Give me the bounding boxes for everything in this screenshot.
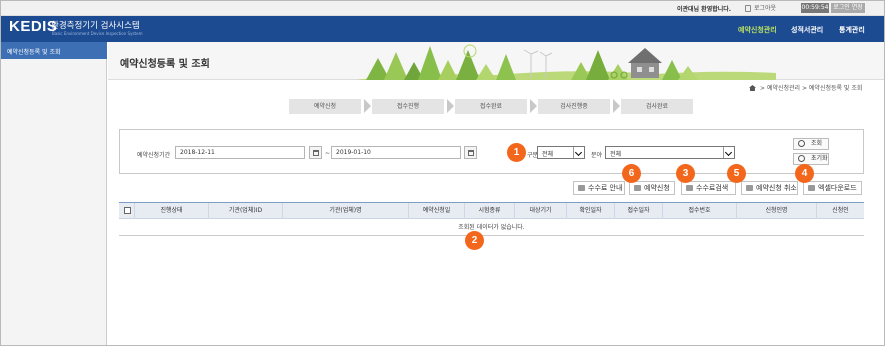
step-arrow-icon — [613, 99, 620, 113]
system-name: 환경측정기기 검사시스템 — [51, 21, 140, 31]
annotation-badge: 2 — [465, 231, 484, 250]
header: KEDIS 환경측정기기 검사시스템 Basic Environment Dev… — [1, 16, 884, 42]
date-to-input[interactable]: 2019-01-10 — [331, 146, 461, 159]
calendar-icon[interactable] — [309, 146, 322, 159]
reserve-label: 예약신청 — [644, 184, 670, 192]
page-banner: 예약신청등록 및 조회 — [108, 42, 884, 80]
document-icon — [634, 185, 641, 191]
reset-button-label: 초기화 — [811, 155, 828, 162]
extend-login-button[interactable]: 로그인 연장 — [831, 3, 865, 13]
app-window: 이관대님 환영합니다. 로그아웃 00:59:54 로그인 연장 KEDIS 환… — [0, 0, 885, 346]
welcome-message: 이관대님 환영합니다. — [677, 6, 732, 13]
chevron-down-icon — [573, 147, 584, 158]
excel-download-label: 엑셀다운로드 — [818, 184, 857, 192]
period-label: 예약신청기간 — [137, 152, 171, 159]
top-bar: 이관대님 환영합니다. 로그아웃 00:59:54 로그인 연장 — [1, 1, 884, 16]
step-inspecting: 검사진행중 — [538, 99, 610, 114]
column-header[interactable]: 신청인명 — [737, 203, 817, 219]
column-header[interactable]: 대상기기 — [515, 203, 567, 219]
nav-reservation[interactable]: 예약신청관리 — [738, 25, 777, 35]
cancel-icon — [746, 185, 753, 191]
nav-report[interactable]: 성적서관리 — [791, 25, 823, 35]
step-arrow-icon — [530, 99, 537, 113]
info-icon — [578, 185, 585, 191]
chevron-down-icon — [723, 147, 734, 158]
search-button[interactable]: 조회 — [793, 138, 829, 150]
excel-download-button[interactable]: 엑셀다운로드 — [803, 181, 862, 195]
field-label: 분야 — [591, 152, 603, 159]
annotation-badge: 1 — [507, 143, 526, 162]
date-from-input[interactable]: 2018-12-11 — [175, 146, 305, 159]
step-arrow-icon — [364, 99, 371, 113]
type-select-value: 전체 — [542, 151, 554, 158]
fee-guide-label: 수수료 안내 — [588, 184, 623, 192]
step-received: 접수완료 — [455, 99, 527, 114]
type-select[interactable]: 전체 — [537, 146, 585, 159]
select-all-checkbox[interactable] — [124, 207, 131, 214]
search-panel: 예약신청기간 2018-12-11 ~ 2019-01-10 구분 전체 분야 … — [119, 129, 864, 174]
refresh-icon — [798, 155, 805, 162]
home-icon[interactable] — [749, 85, 756, 91]
empty-message: 조회된 데이터가 없습니다. — [119, 219, 864, 236]
column-header[interactable]: 시험종류 — [465, 203, 515, 219]
sidebar-item-reservation[interactable]: 예약신청등록 및 조회 — [1, 42, 107, 59]
date-separator: ~ — [325, 150, 331, 157]
annotation-badge: 4 — [795, 164, 814, 183]
column-header[interactable]: 기관(업체)ID — [209, 203, 283, 219]
column-header[interactable]: 확인일자 — [567, 203, 615, 219]
search-button-label: 조회 — [811, 140, 823, 147]
select-all-cell — [119, 203, 135, 219]
search-icon — [798, 140, 805, 147]
annotation-badge: 5 — [727, 164, 746, 183]
fee-search-button[interactable]: 수수료검색 — [681, 181, 736, 195]
step-completed: 검사완료 — [621, 99, 693, 114]
search-icon — [686, 185, 693, 191]
fee-search-label: 수수료검색 — [696, 184, 729, 192]
sidebar: 예약신청등록 및 조회 — [1, 42, 107, 345]
column-header[interactable]: 접수번호 — [663, 203, 737, 219]
column-header[interactable]: 진행상태 — [135, 203, 209, 219]
reset-button[interactable]: 초기화 — [793, 153, 829, 165]
banner-illustration — [356, 44, 776, 80]
lock-icon — [745, 5, 751, 12]
annotation-badge: 3 — [676, 164, 695, 183]
logout-label: 로그아웃 — [754, 5, 777, 12]
column-header[interactable]: 접수일자 — [615, 203, 663, 219]
field-select-value: 전체 — [610, 151, 622, 158]
step-arrow-icon — [447, 99, 454, 113]
annotation-badge: 6 — [622, 164, 641, 183]
breadcrumb-item[interactable]: 예약신청관리 — [767, 85, 800, 92]
breadcrumb: > 예약신청관리 > 예약신청등록 및 조회 — [749, 83, 862, 92]
step-reservation: 예약신청 — [289, 99, 361, 114]
cancel-reservation-button[interactable]: 예약신청 취소 — [741, 181, 798, 195]
excel-icon — [808, 185, 815, 191]
system-name-en: Basic Environment Device Inspection Syst… — [52, 31, 143, 36]
field-select[interactable]: 전체 — [605, 146, 735, 159]
column-header[interactable]: 기관(업체)명 — [283, 203, 409, 219]
column-header[interactable]: 신청인 — [817, 203, 864, 219]
logout-link[interactable]: 로그아웃 — [745, 3, 776, 12]
table-header: 진행상태 기관(업체)ID 기관(업체)명 예약신청일 시험종류 대상기기 확인… — [119, 202, 864, 219]
session-timer: 00:59:54 — [801, 3, 829, 13]
calendar-icon[interactable] — [464, 146, 477, 159]
reserve-button[interactable]: 예약신청 — [629, 181, 675, 195]
breadcrumb-current: 예약신청등록 및 조회 — [808, 85, 863, 92]
column-header[interactable]: 예약신청일 — [409, 203, 465, 219]
nav-statistics[interactable]: 통계관리 — [839, 25, 865, 35]
step-in-progress: 접수진행 — [372, 99, 444, 114]
fee-guide-button[interactable]: 수수료 안내 — [573, 181, 625, 195]
page-title: 예약신청등록 및 조회 — [120, 59, 210, 70]
cancel-reservation-label: 예약신청 취소 — [756, 184, 797, 192]
